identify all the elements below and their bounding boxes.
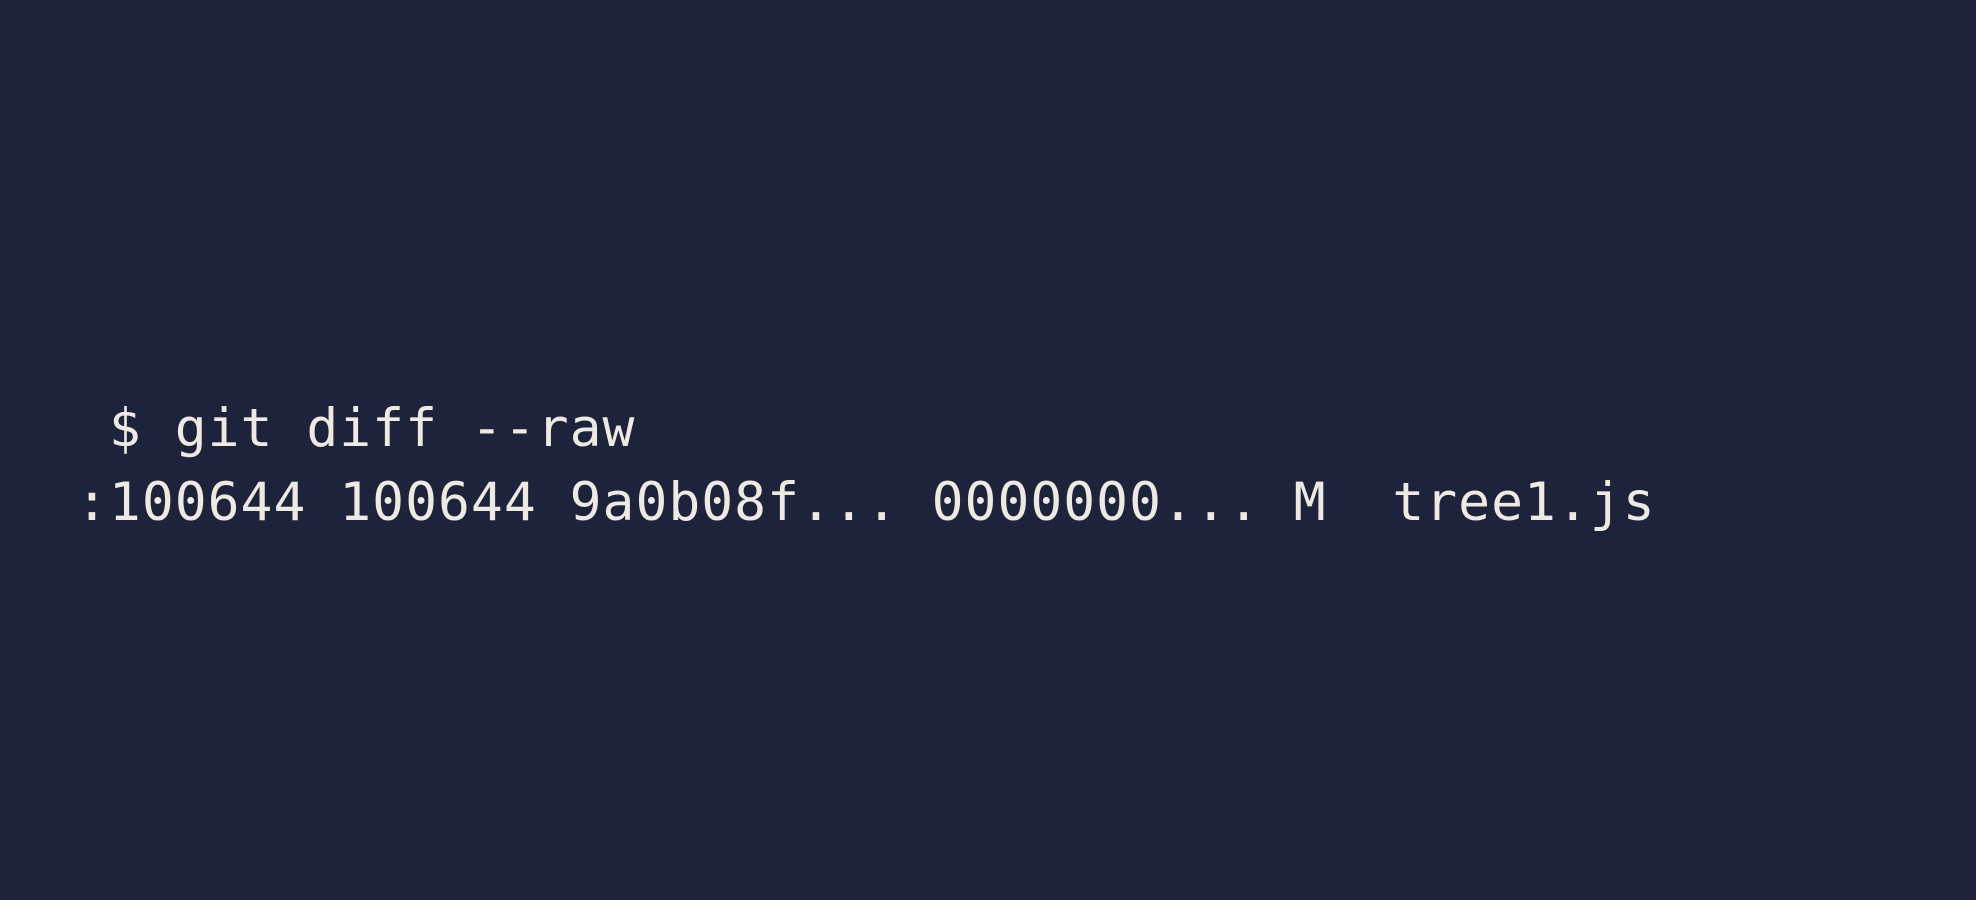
- command-line: $ git diff --raw: [76, 398, 636, 459]
- diff-output-line: :100644 100644 9a0b08f... 0000000... M t…: [76, 472, 1656, 533]
- terminal-window: $ git diff --raw :100644 100644 9a0b08f.…: [0, 0, 1976, 900]
